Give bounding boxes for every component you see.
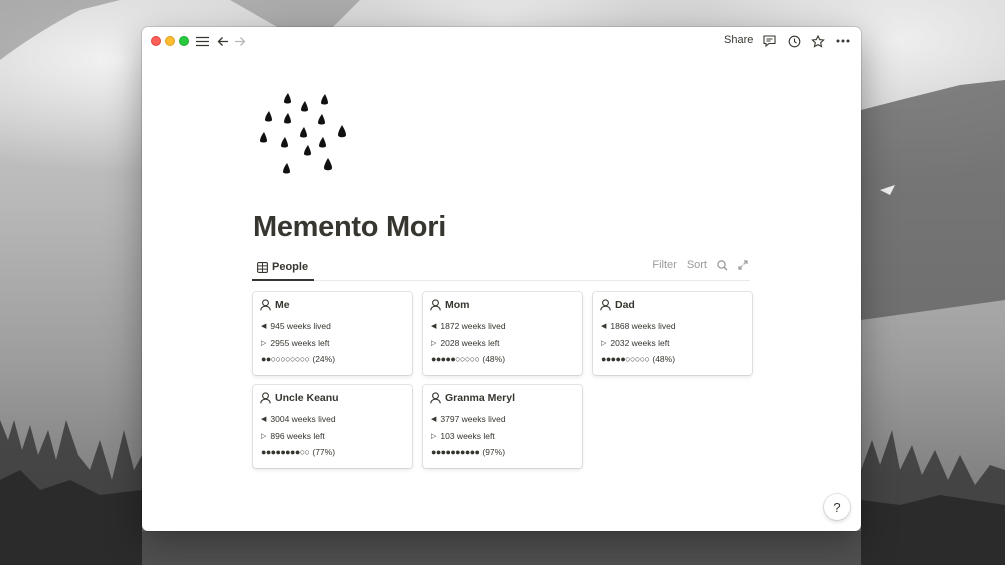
weeks-left-text: 103 weeks left [440, 431, 495, 441]
filter-button[interactable]: Filter [652, 259, 676, 271]
back-arrow-icon[interactable] [215, 33, 231, 49]
progress-percent: (77%) [312, 447, 336, 457]
forward-arrow-icon[interactable] [232, 33, 248, 49]
triangle-right-outline-icon: ▷ [261, 340, 267, 347]
progress-dots: ●●●●●○○○○○ [431, 354, 480, 364]
triangle-right-outline-icon: ▷ [261, 433, 267, 440]
person-card[interactable]: Uncle Keanu ◀ 3004 weeks lived ▷ 896 weeks… [253, 385, 412, 468]
person-icon [260, 392, 271, 404]
card-title: Granma Meryl [430, 392, 515, 404]
person-icon [260, 299, 271, 311]
card-title: Me [260, 299, 290, 311]
card-title: Dad [600, 299, 635, 311]
tab-label: People [272, 261, 309, 273]
weeks-left: ▷ 2032 weeks left [601, 338, 669, 348]
weeks-lived: ◀ 3797 weeks lived [431, 414, 506, 424]
triangle-right-outline-icon: ▷ [431, 340, 437, 347]
weeks-lived-text: 3797 weeks lived [440, 414, 506, 424]
help-button[interactable]: ? [824, 494, 850, 520]
sort-button[interactable]: Sort [687, 259, 707, 271]
life-progress: ●●●●●○○○○○ (48%) [601, 354, 675, 364]
more-icon[interactable] [835, 33, 851, 49]
tab-people[interactable]: People [252, 255, 315, 281]
person-name: Granma Meryl [445, 392, 516, 404]
weeks-left-text: 896 weeks left [270, 431, 325, 441]
person-card[interactable]: Granma Meryl ◀ 3797 weeks lived ▷ 103 week… [423, 385, 582, 468]
star-icon[interactable] [810, 33, 826, 49]
triangle-right-outline-icon: ▷ [601, 340, 607, 347]
person-name: Me [275, 299, 290, 311]
history-icon[interactable] [786, 33, 802, 49]
person-card[interactable]: Mom ◀ 1872 weeks lived ▷ 2028 weeks left ●… [423, 292, 582, 375]
weeks-lived-text: 3004 weeks lived [270, 414, 336, 424]
search-icon[interactable] [717, 259, 728, 271]
weeks-lived-text: 1868 weeks lived [610, 321, 676, 331]
person-name: Uncle Keanu [275, 392, 339, 404]
weeks-lived-text: 1872 weeks lived [440, 321, 506, 331]
weeks-lived: ◀ 3004 weeks lived [261, 414, 336, 424]
person-name: Dad [615, 299, 635, 311]
person-name: Mom [445, 299, 470, 311]
menu-icon[interactable] [194, 33, 210, 49]
weeks-left-text: 2028 weeks left [440, 338, 500, 348]
zoom-window-button[interactable] [179, 36, 189, 46]
rain-drops-icon[interactable] [254, 87, 354, 179]
triangle-left-filled-icon: ◀ [261, 323, 267, 330]
triangle-left-filled-icon: ◀ [261, 416, 267, 423]
page-title[interactable]: Memento Mori [253, 211, 446, 244]
weeks-left-text: 2032 weeks left [610, 338, 670, 348]
title-bar: Share [142, 27, 861, 55]
progress-dots: ●●○○○○○○○○ [261, 354, 310, 364]
triangle-left-filled-icon: ◀ [431, 416, 437, 423]
weeks-lived: ◀ 1868 weeks lived [601, 321, 676, 331]
weeks-left: ▷ 2955 weeks left [261, 338, 329, 348]
progress-dots: ●●●●●●●●○○ [261, 447, 310, 457]
progress-percent: (48%) [482, 354, 506, 364]
life-progress: ●●●●●●●●●● (97%) [431, 447, 505, 457]
life-progress: ●●○○○○○○○○ (24%) [261, 354, 335, 364]
life-progress: ●●●●●○○○○○ (48%) [431, 354, 505, 364]
weeks-left: ▷ 896 weeks left [261, 431, 325, 441]
person-card[interactable]: Dad ◀ 1868 weeks lived ▷ 2032 weeks left ●… [593, 292, 752, 375]
progress-percent: (48%) [652, 354, 676, 364]
progress-dots: ●●●●●○○○○○ [601, 354, 650, 364]
card-title: Mom [430, 299, 470, 311]
triangle-left-filled-icon: ◀ [431, 323, 437, 330]
card-title: Uncle Keanu [260, 392, 339, 404]
progress-percent: (97%) [482, 447, 506, 457]
weeks-lived: ◀ 1872 weeks lived [431, 321, 506, 331]
weeks-lived-text: 945 weeks lived [270, 321, 331, 331]
person-icon [430, 392, 441, 404]
expand-icon[interactable] [738, 260, 748, 270]
person-icon [600, 299, 611, 311]
triangle-left-filled-icon: ◀ [601, 323, 607, 330]
weeks-left: ▷ 103 weeks left [431, 431, 495, 441]
person-card[interactable]: Me ◀ 945 weeks lived ▷ 2955 weeks left ●●○… [253, 292, 412, 375]
progress-percent: (24%) [312, 354, 336, 364]
close-window-button[interactable] [151, 36, 161, 46]
comment-icon[interactable] [761, 33, 777, 49]
triangle-right-outline-icon: ▷ [431, 433, 437, 440]
person-icon [430, 299, 441, 311]
progress-dots: ●●●●●●●●●● [431, 447, 480, 457]
notion-window: Share Memento Mori People Filter Sort Me… [142, 27, 861, 531]
share-button[interactable]: Share [724, 34, 753, 46]
database-view-bar: People Filter Sort [252, 255, 750, 281]
minimize-window-button[interactable] [165, 36, 175, 46]
weeks-left: ▷ 2028 weeks left [431, 338, 499, 348]
weeks-left-text: 2955 weeks left [270, 338, 330, 348]
weeks-lived: ◀ 945 weeks lived [261, 321, 331, 331]
gallery-icon [257, 261, 268, 273]
life-progress: ●●●●●●●●○○ (77%) [261, 447, 335, 457]
